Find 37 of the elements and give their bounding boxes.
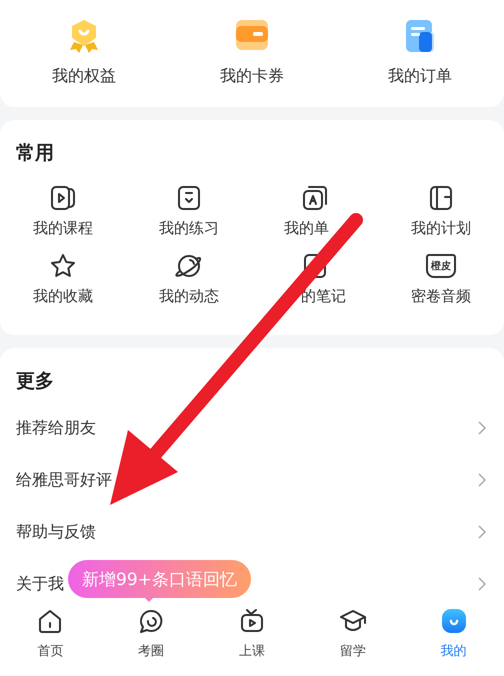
star-icon — [49, 252, 77, 280]
shortcut-item[interactable]: 我的动态 — [126, 244, 252, 306]
notebook-icon — [427, 184, 455, 212]
smile-icon[interactable] — [440, 608, 467, 634]
shortcut-item[interactable]: 我的课程 — [0, 176, 126, 238]
letter-card-icon — [301, 184, 329, 212]
graduation-cap-icon[interactable] — [338, 608, 367, 634]
menu-label[interactable]: 我的订单 — [388, 66, 452, 87]
section-title: 常用 — [16, 141, 55, 166]
tab[interactable]: 上课 — [202, 600, 302, 676]
shortcut-item[interactable]: 橙皮 密卷音频 — [378, 244, 504, 306]
tab[interactable]: 我的 — [403, 600, 504, 676]
shortcut-item[interactable]: 我的单 — [252, 176, 378, 238]
menu-row[interactable]: 帮助与反馈 — [0, 506, 504, 558]
tab[interactable]: 考圈 — [100, 600, 202, 676]
shortcut-item[interactable]: 我的计划 — [378, 176, 504, 238]
shortcut-item[interactable]: 的笔记 — [252, 244, 378, 306]
play-card-icon — [49, 184, 77, 212]
chat-bubble-icon[interactable] — [138, 608, 164, 634]
tv-play-icon[interactable] — [238, 608, 265, 634]
home-icon[interactable] — [37, 608, 64, 634]
chevron-right-icon — [478, 421, 486, 435]
chevron-right-icon — [478, 577, 486, 591]
check-card-icon — [175, 184, 203, 212]
chevron-right-icon — [478, 525, 486, 539]
book-icon: 橙皮 — [426, 254, 456, 278]
menu-row[interactable]: 给雅思哥好评 — [0, 454, 504, 506]
menu-row[interactable]: 推荐给朋友 — [0, 402, 504, 454]
shortcut-item[interactable]: 我的收藏 — [0, 244, 126, 306]
chevron-right-icon — [478, 473, 486, 487]
tab[interactable]: 留学 — [302, 600, 404, 676]
note-icon — [301, 252, 329, 280]
shortcut-item[interactable]: 我的练习 — [126, 176, 252, 238]
tab[interactable]: 首页 — [0, 600, 101, 676]
section-title: 更多 — [16, 369, 55, 394]
menu-label[interactable]: 我的权益 — [52, 66, 116, 87]
menu-label[interactable]: 我的卡券 — [220, 66, 284, 87]
